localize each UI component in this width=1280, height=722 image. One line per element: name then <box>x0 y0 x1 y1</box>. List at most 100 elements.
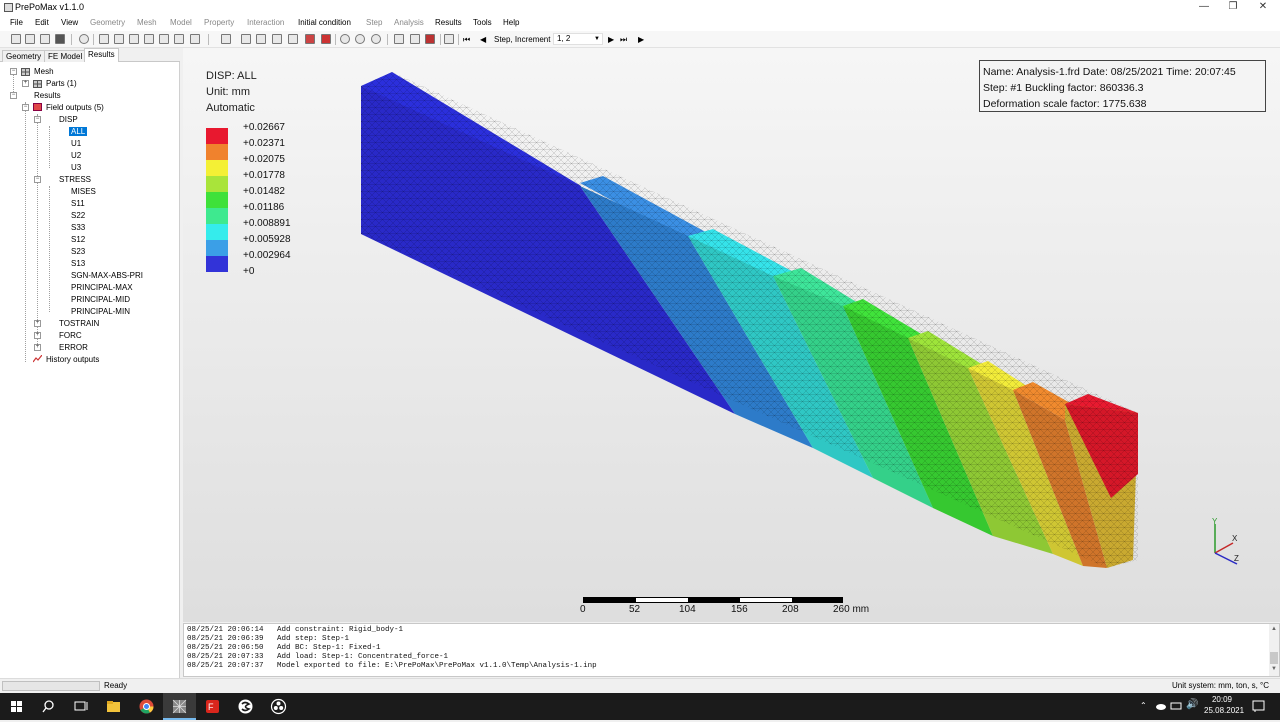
next-increment-icon[interactable]: ▶ <box>608 35 614 44</box>
edges-icon[interactable] <box>272 34 282 44</box>
view-back-icon[interactable] <box>114 34 124 44</box>
menu-help[interactable]: Help <box>503 18 519 27</box>
tree-item-u1[interactable]: U1 <box>71 139 81 148</box>
menu-edit[interactable]: Edit <box>35 18 49 27</box>
foxit-icon[interactable]: F <box>196 693 229 720</box>
app-s-icon[interactable] <box>229 693 262 720</box>
view-left-icon[interactable] <box>159 34 169 44</box>
tree-item-s12[interactable]: S12 <box>71 235 85 244</box>
tree-item-s22[interactable]: S22 <box>71 211 85 220</box>
tree-item-history-outputs[interactable]: History outputs <box>46 355 99 364</box>
menu-view[interactable]: View <box>61 18 78 27</box>
menu-results[interactable]: Results <box>435 18 462 27</box>
tree-item-sgn-max-abs-pri[interactable]: SGN-MAX-ABS-PRI <box>71 271 143 280</box>
import-icon[interactable] <box>40 34 50 44</box>
mesh-edges-icon[interactable] <box>288 34 298 44</box>
menu-model[interactable]: Model <box>170 18 192 27</box>
beam-model[interactable] <box>183 48 1280 622</box>
menu-geometry[interactable]: Geometry <box>90 18 125 27</box>
first-increment-icon[interactable]: ⏮ <box>463 35 470 45</box>
onedrive-icon[interactable] <box>1155 701 1167 711</box>
tree-item-all[interactable]: ALL <box>69 127 88 136</box>
notifications-icon[interactable] <box>1252 700 1266 713</box>
expand-forc-toggle[interactable]: + <box>34 332 41 339</box>
eye-hide-icon[interactable] <box>355 34 365 44</box>
expand-parts-toggle[interactable]: + <box>22 80 29 87</box>
view-front-icon[interactable] <box>99 34 109 44</box>
collapse-mesh-toggle[interactable]: − <box>10 68 17 75</box>
collapse-results-toggle[interactable]: − <box>10 92 17 99</box>
hide-icon[interactable] <box>321 34 331 44</box>
view-bottom-icon[interactable] <box>144 34 154 44</box>
save-icon[interactable] <box>55 34 65 44</box>
tree-item-parts[interactable]: Parts (1) <box>46 79 77 88</box>
shaded-icon[interactable] <box>241 34 251 44</box>
console-scrollbar[interactable]: ▲ ▼ <box>1269 624 1279 676</box>
menu-analysis[interactable]: Analysis <box>394 18 424 27</box>
tree-item-mises[interactable]: MISES <box>71 187 96 196</box>
tree-item-u3[interactable]: U3 <box>71 163 81 172</box>
clock-date[interactable]: 25.08.2021 <box>1204 706 1244 715</box>
tab-fe-model[interactable]: FE Model <box>44 50 87 62</box>
collapse-disp-toggle[interactable]: − <box>34 116 41 123</box>
play-icon[interactable]: ▶ <box>638 35 644 44</box>
collapse-field-outputs-toggle[interactable]: − <box>22 104 29 111</box>
section-view-icon[interactable] <box>221 34 231 44</box>
scroll-up-icon[interactable]: ▲ <box>1271 626 1277 632</box>
windows-start-icon[interactable] <box>0 693 33 720</box>
tree-item-s11[interactable]: S11 <box>71 199 85 208</box>
tree-item-tostrain[interactable]: TOSTRAIN <box>59 319 99 328</box>
tree-item-mesh[interactable]: Mesh <box>34 67 54 76</box>
close-button[interactable]: ✕ <box>1246 0 1280 15</box>
clock-time[interactable]: 20:09 <box>1204 695 1240 704</box>
last-increment-icon[interactable]: ⏭ <box>620 35 627 45</box>
menu-property[interactable]: Property <box>204 18 234 27</box>
tree-item-principal-max[interactable]: PRINCIPAL-MAX <box>71 283 133 292</box>
tree-item-forc[interactable]: FORC <box>59 331 82 340</box>
menu-initial-condition[interactable]: Initial condition <box>298 18 351 27</box>
tree-item-results[interactable]: Results <box>34 91 61 100</box>
deformed-icon[interactable] <box>410 34 420 44</box>
tree-item-s13[interactable]: S13 <box>71 259 85 268</box>
search-icon[interactable] <box>33 693 66 720</box>
eye-toggle-icon[interactable] <box>371 34 381 44</box>
menu-tools[interactable]: Tools <box>473 18 492 27</box>
file-explorer-icon[interactable] <box>97 693 130 720</box>
prepomax-taskbar-icon[interactable] <box>163 693 196 720</box>
tab-geometry[interactable]: Geometry <box>2 50 46 62</box>
network-icon[interactable] <box>1170 700 1182 712</box>
output-console[interactable]: 08/25/21 20:06:14 Add constraint: Rigid_… <box>183 623 1280 677</box>
tree-item-principal-min[interactable]: PRINCIPAL-MIN <box>71 307 130 316</box>
volume-icon[interactable]: 🔊 <box>1186 699 1198 710</box>
view-top-icon[interactable] <box>129 34 139 44</box>
tray-chevron-icon[interactable]: ⌃ <box>1140 701 1147 710</box>
view-iso-icon[interactable] <box>190 34 200 44</box>
maximize-button[interactable]: ❐ <box>1216 0 1250 15</box>
tree-item-stress[interactable]: STRESS <box>59 175 91 184</box>
3d-viewport[interactable]: DISP: ALL Unit: mm Automatic +0.02667 +0… <box>183 48 1280 622</box>
menu-file[interactable]: File <box>10 18 23 27</box>
menu-interaction[interactable]: Interaction <box>247 18 284 27</box>
previous-increment-icon[interactable]: ◀ <box>480 35 486 44</box>
task-view-icon[interactable] <box>64 693 97 720</box>
undeformed-icon[interactable] <box>394 34 404 44</box>
tree-item-s33[interactable]: S33 <box>71 223 85 232</box>
open-file-icon[interactable] <box>25 34 35 44</box>
menu-step[interactable]: Step <box>366 18 382 27</box>
view-right-icon[interactable] <box>174 34 184 44</box>
tree-item-field-outputs[interactable]: Field outputs (5) <box>46 103 104 112</box>
zoom-icon[interactable] <box>79 34 89 44</box>
tree-item-principal-mid[interactable]: PRINCIPAL-MID <box>71 295 130 304</box>
new-file-icon[interactable] <box>11 34 21 44</box>
step-increment-select[interactable]: 1, 2 ▼ <box>553 33 603 45</box>
color-contours-icon[interactable] <box>425 34 435 44</box>
color-by-part-icon[interactable] <box>305 34 315 44</box>
tree-item-error[interactable]: ERROR <box>59 343 88 352</box>
tab-results[interactable]: Results <box>84 48 119 62</box>
animate-icon[interactable] <box>444 34 454 44</box>
tree-item-u2[interactable]: U2 <box>71 151 81 160</box>
tree-item-s23[interactable]: S23 <box>71 247 85 256</box>
menu-mesh[interactable]: Mesh <box>137 18 157 27</box>
wireframe-icon[interactable] <box>256 34 266 44</box>
scroll-down-icon[interactable]: ▼ <box>1271 666 1277 672</box>
